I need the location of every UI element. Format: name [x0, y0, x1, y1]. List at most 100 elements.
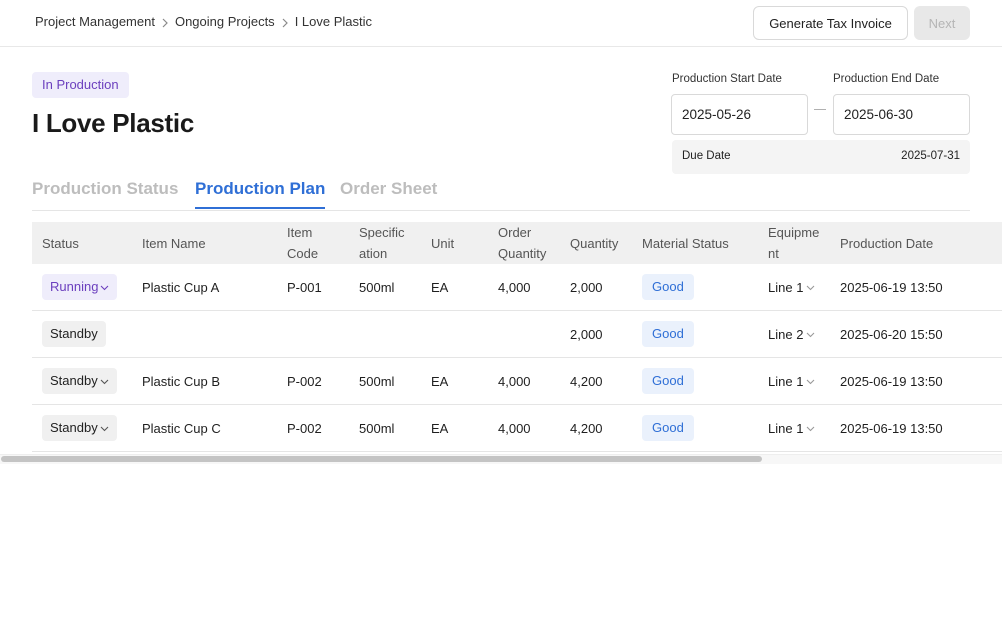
table-row: Standby Plastic Cup C P-002 500ml EA 4,0… [32, 404, 1002, 452]
unit-cell: EA [421, 264, 488, 311]
chevron-down-icon [807, 285, 815, 291]
due-date-label: Due Date [682, 150, 731, 162]
chevron-down-icon [100, 379, 109, 384]
table-header-row: Status Item Name Item Code Specification… [32, 222, 1002, 264]
end-date-input[interactable] [833, 94, 970, 135]
item-name-cell [132, 310, 277, 358]
quantity-cell: 2,000 [560, 264, 632, 311]
column-header-specification: Specification [359, 225, 405, 261]
generate-tax-invoice-button[interactable]: Generate Tax Invoice [753, 6, 908, 40]
page-title: I Love Plastic [32, 108, 194, 138]
item-code-cell: P-002 [277, 404, 349, 452]
status-dropdown[interactable]: Standby [42, 368, 117, 394]
column-header-status: Status [42, 235, 79, 251]
production-date-cell: 2025-06-19 13:50 [830, 357, 1002, 405]
equipment-label: Line 1 [768, 420, 804, 436]
status-cell: Standby [32, 404, 132, 452]
order-quantity-cell: 4,000 [488, 357, 560, 405]
start-date-label: Production Start Date [672, 73, 782, 85]
material-status-badge: Good [642, 415, 694, 441]
material-status-cell: Good [632, 264, 758, 311]
due-date-value: 2025-07-31 [901, 150, 960, 162]
column-header-quantity: Quantity [570, 235, 619, 251]
equipment-label: Line 1 [768, 373, 804, 389]
item-name-cell: Plastic Cup B [132, 357, 277, 405]
item-code-cell: P-001 [277, 264, 349, 311]
chevron-right-icon [158, 14, 172, 29]
status-label: Standby [50, 373, 98, 388]
unit-cell: EA [421, 357, 488, 405]
status-dropdown[interactable]: Running [42, 274, 118, 300]
column-header-unit: Unit [431, 235, 455, 251]
equipment-label: Line 2 [768, 326, 804, 342]
top-bar: Project Management Ongoing Projects I Lo… [0, 0, 1002, 47]
status-cell: Standby [32, 310, 132, 358]
material-status-badge: Good [642, 274, 694, 300]
unit-cell: EA [421, 404, 488, 452]
equipment-cell: Line 1 [758, 264, 830, 311]
order-quantity-cell: 4,000 [488, 404, 560, 452]
tab-production-plan[interactable]: Production Plan [195, 179, 326, 209]
due-date-box: Due Date 2025-07-31 [672, 140, 970, 174]
table-row: Standby Plastic Cup B P-002 500ml EA 4,0… [32, 357, 1002, 405]
production-date-cell: 2025-06-19 13:50 [830, 404, 1002, 452]
material-status-cell: Good [632, 404, 758, 452]
column-header-item-code: Item Code [287, 225, 319, 261]
material-status-badge: Good [642, 321, 694, 347]
production-plan-table: Status Item Name Item Code Specification… [32, 222, 1002, 452]
quantity-cell: 4,200 [560, 404, 632, 452]
status-cell: Standby [32, 357, 132, 405]
production-date-cell: 2025-06-20 15:50 [830, 310, 1002, 358]
equipment-cell: Line 1 [758, 357, 830, 405]
table-row: Running Plastic Cup A P-001 500ml EA 4,0… [32, 264, 1002, 311]
production-date-cell: 2025-06-19 13:50 [830, 264, 1002, 311]
quantity-cell: 2,000 [560, 310, 632, 358]
tab-order-sheet[interactable]: Order Sheet [340, 179, 437, 209]
material-status-cell: Good [632, 310, 758, 358]
breadcrumb-ongoing-projects[interactable]: Ongoing Projects [175, 14, 275, 29]
specification-cell: 500ml [349, 264, 421, 311]
order-quantity-cell [488, 310, 560, 358]
table-row: Standby 2,000 Good Line 2 2025-06-20 15:… [32, 310, 1002, 358]
chevron-down-icon [100, 426, 109, 431]
column-header-item-name: Item Name [142, 235, 206, 251]
material-status-badge: Good [642, 368, 694, 394]
column-header-equipment: Equipment [768, 225, 820, 261]
start-date-input[interactable] [671, 94, 808, 135]
item-name-cell: Plastic Cup A [132, 264, 277, 311]
status-tag: Standby [42, 321, 106, 347]
chevron-right-icon [278, 14, 292, 29]
chevron-down-icon [101, 285, 109, 290]
equipment-dropdown[interactable]: Line 1 [768, 374, 815, 389]
material-status-cell: Good [632, 357, 758, 405]
next-button[interactable]: Next [914, 6, 970, 40]
chevron-down-icon [807, 426, 815, 432]
specification-cell: 500ml [349, 404, 421, 452]
column-header-material-status: Material Status [642, 235, 729, 251]
status-badge: In Production [32, 72, 129, 98]
status-label: Running [50, 279, 99, 294]
unit-cell [421, 310, 488, 358]
equipment-cell: Line 1 [758, 404, 830, 452]
equipment-dropdown[interactable]: Line 2 [768, 327, 815, 342]
tab-production-status[interactable]: Production Status [32, 179, 178, 209]
status-cell: Running [32, 264, 132, 311]
breadcrumb-project-management[interactable]: Project Management [35, 14, 155, 29]
breadcrumb-current: I Love Plastic [294, 14, 373, 29]
column-header-order-quantity: Order Quantity [498, 225, 547, 261]
item-code-cell: P-002 [277, 357, 349, 405]
equipment-dropdown[interactable]: Line 1 [768, 280, 815, 295]
specification-cell [349, 310, 421, 358]
chevron-down-icon [807, 379, 815, 385]
scrollbar-thumb[interactable] [1, 456, 762, 462]
column-header-production-date: Production Date [840, 235, 934, 251]
tab-bar: Production Status Production Plan Order … [32, 175, 970, 211]
item-name-cell: Plastic Cup C [132, 404, 277, 452]
chevron-down-icon [807, 332, 815, 338]
specification-cell: 500ml [349, 357, 421, 405]
status-dropdown[interactable]: Standby [42, 415, 117, 441]
equipment-dropdown[interactable]: Line 1 [768, 421, 815, 436]
order-quantity-cell: 4,000 [488, 264, 560, 311]
horizontal-scrollbar[interactable] [0, 454, 1002, 464]
quantity-cell: 4,200 [560, 357, 632, 405]
